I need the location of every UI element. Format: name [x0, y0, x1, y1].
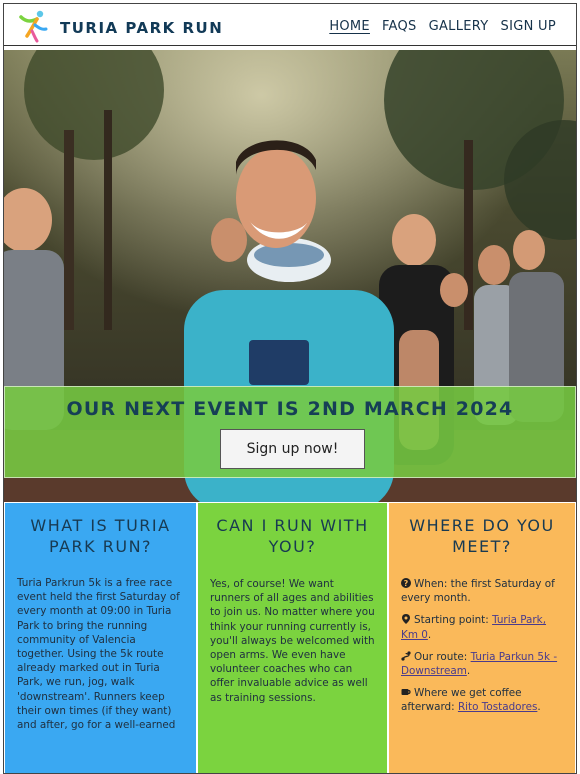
- coffee-cup-icon: [401, 687, 411, 697]
- coffee-link[interactable]: Rito Tostadores: [458, 701, 537, 713]
- next-event-banner: OUR NEXT EVENT IS 2ND MARCH 2024 Sign up…: [4, 386, 576, 478]
- route-icon: [401, 651, 411, 661]
- question-circle-icon: ?: [401, 578, 411, 588]
- map-pin-icon: [401, 614, 411, 625]
- runner-logo-icon: [16, 8, 52, 48]
- nav-sign-up[interactable]: SIGN UP: [501, 19, 556, 34]
- what-is-title: WHAT IS TURIA PARK RUN?: [30, 516, 171, 556]
- where-section: WHERE DO YOU MEET? ? When: the first Sat…: [388, 502, 576, 773]
- start-prefix: Starting point:: [414, 614, 493, 627]
- route-prefix: Our route:: [414, 650, 471, 663]
- start-suffix: .: [427, 628, 432, 641]
- hero: OUR NEXT EVENT IS 2ND MARCH 2024 Sign up…: [4, 50, 576, 502]
- where-title: WHERE DO YOU MEET?: [409, 516, 555, 556]
- route-item: Our route: Turia Parkun 5k - Downstream.: [401, 650, 563, 678]
- what-is-section: WHAT IS TURIA PARK RUN? Turia Parkrun 5k…: [4, 502, 197, 773]
- nav-faqs[interactable]: FAQS: [382, 19, 417, 34]
- nav-gallery[interactable]: GALLERY: [429, 19, 489, 34]
- can-i-run-body: Yes, of course! We want runners of all a…: [210, 578, 375, 704]
- can-i-run-section: CAN I RUN WITH YOU? Yes, of course! We w…: [197, 502, 388, 773]
- info-columns: WHAT IS TURIA PARK RUN? Turia Parkrun 5k…: [4, 502, 576, 773]
- coffee-item: Where we get coffee afterward: Rito Tost…: [401, 686, 563, 714]
- main-nav: HOME FAQS GALLERY SIGN UP: [329, 19, 556, 34]
- when-item: ? When: the first Saturday of every mont…: [401, 577, 563, 605]
- next-event-title: OUR NEXT EVENT IS 2ND MARCH 2024: [66, 398, 514, 420]
- coffee-suffix: .: [537, 701, 541, 714]
- route-suffix: .: [466, 665, 471, 678]
- sign-up-now-button[interactable]: Sign up now!: [220, 429, 365, 469]
- brand[interactable]: TURIA PARK RUN: [16, 8, 223, 48]
- start-item: Starting point: Turia Park, Km 0.: [401, 613, 563, 641]
- page-frame: TURIA PARK RUN HOME FAQS GALLERY SIGN UP: [3, 3, 577, 774]
- when-text: When: the first Saturday of every month.: [401, 578, 555, 605]
- what-is-body: Turia Parkrun 5k is a free race event he…: [17, 577, 180, 732]
- site-header: TURIA PARK RUN HOME FAQS GALLERY SIGN UP: [4, 4, 576, 46]
- svg-text:?: ?: [404, 579, 409, 588]
- brand-title: TURIA PARK RUN: [60, 19, 224, 37]
- can-i-run-title: CAN I RUN WITH YOU?: [216, 516, 369, 556]
- nav-home[interactable]: HOME: [329, 19, 370, 34]
